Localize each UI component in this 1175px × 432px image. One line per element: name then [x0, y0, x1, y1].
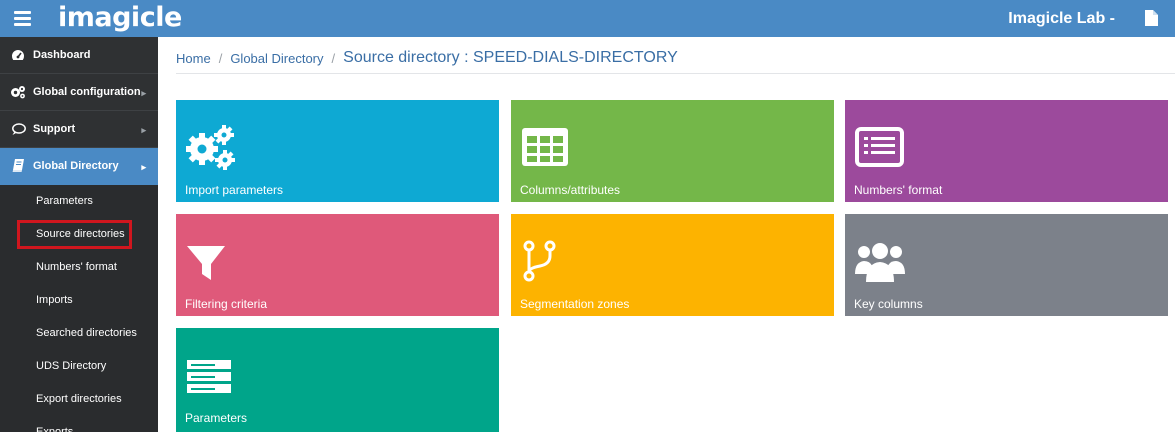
- funnel-filter-icon: [187, 246, 225, 280]
- breadcrumb-global-directory-link[interactable]: Global Directory: [230, 51, 323, 66]
- sidebar-item-label: Global configuration: [33, 86, 141, 98]
- breadcrumb-separator: /: [331, 50, 336, 66]
- users-group-icon: [855, 243, 905, 282]
- tile-import-parameters[interactable]: Import parameters: [176, 100, 499, 202]
- subnav-item-label: Source directories: [36, 228, 125, 240]
- tile-label: Numbers' format: [854, 183, 943, 197]
- subnav-item-numbers-format[interactable]: Numbers' format: [0, 251, 158, 284]
- page-title: Source directory : SPEED-DIALS-DIRECTORY: [343, 49, 678, 66]
- breadcrumb-home-link[interactable]: Home: [176, 51, 211, 66]
- main-content: Home / Global Directory / Source directo…: [158, 37, 1175, 432]
- breadcrumb-separator: /: [218, 50, 223, 66]
- speech-bubble-icon: [10, 122, 26, 136]
- breadcrumb: Home / Global Directory / Source directo…: [176, 48, 678, 68]
- environment-label[interactable]: Imagicle Lab -: [1008, 0, 1115, 37]
- chevron-right-icon: ▸: [141, 162, 146, 172]
- tile-label: Key columns: [854, 297, 923, 311]
- chevron-right-icon: ▸: [141, 125, 146, 135]
- tile-numbers-format[interactable]: Numbers' format: [845, 100, 1168, 202]
- subnav-item-exports[interactable]: Exports: [0, 416, 158, 432]
- subnav-item-export-directories[interactable]: Export directories: [0, 383, 158, 416]
- tile-filtering-criteria[interactable]: Filtering criteria: [176, 214, 499, 316]
- brand-logo[interactable]: imagicle: [58, 0, 182, 37]
- divider: [176, 73, 1175, 74]
- sidebar-item-label: Global Directory: [33, 160, 119, 172]
- hamburger-menu-icon[interactable]: [0, 0, 44, 37]
- tile-parameters[interactable]: Parameters: [176, 328, 499, 432]
- gears-icon: [186, 125, 235, 170]
- tile-label: Segmentation zones: [520, 297, 630, 311]
- server-stack-icon: [187, 360, 231, 393]
- sidebar-item-label: Support: [33, 123, 76, 135]
- dashboard-gauge-icon: [10, 48, 26, 62]
- list-card-icon: [855, 127, 904, 167]
- sidebar-item-support[interactable]: Support ▸: [0, 111, 158, 148]
- top-bar: imagicle Imagicle Lab -: [0, 0, 1175, 37]
- tile-key-columns[interactable]: Key columns: [845, 214, 1168, 316]
- tile-columns-attributes[interactable]: Columns/attributes: [511, 100, 834, 202]
- subnav-item-searched-directories[interactable]: Searched directories: [0, 317, 158, 350]
- tile-label: Parameters: [185, 411, 248, 425]
- tile-label: Import parameters: [185, 183, 284, 197]
- tile-label: Filtering criteria: [185, 297, 268, 311]
- subnav-item-parameters[interactable]: Parameters: [0, 185, 158, 218]
- tile-label: Columns/attributes: [520, 183, 621, 197]
- table-grid-icon: [522, 128, 568, 166]
- book-icon: [10, 159, 26, 173]
- branch-fork-icon: [523, 240, 556, 282]
- sidebar-subnav-global-directory: Parameters Source directories Numbers' f…: [0, 185, 158, 432]
- subnav-item-imports[interactable]: Imports: [0, 284, 158, 317]
- tile-segmentation-zones[interactable]: Segmentation zones: [511, 214, 834, 316]
- subnav-item-source-directories[interactable]: Source directories: [0, 218, 158, 251]
- sidebar-item-label: Dashboard: [33, 49, 91, 61]
- gears-icon: [10, 85, 26, 99]
- sidebar: Dashboard Global configuration ▸ Support…: [0, 37, 158, 432]
- subnav-item-uds-directory[interactable]: UDS Directory: [0, 350, 158, 383]
- sidebar-item-global-directory[interactable]: Global Directory ▸: [0, 148, 158, 185]
- document-icon[interactable]: [1145, 10, 1158, 26]
- sidebar-item-global-configuration[interactable]: Global configuration ▸: [0, 74, 158, 111]
- chevron-right-icon: ▸: [141, 88, 146, 98]
- sidebar-item-dashboard[interactable]: Dashboard: [0, 37, 158, 74]
